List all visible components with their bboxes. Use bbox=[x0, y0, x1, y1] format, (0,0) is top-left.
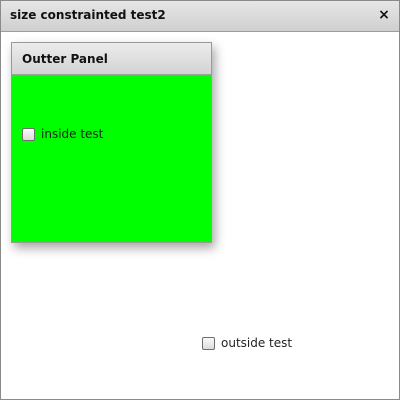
inside-test-label[interactable]: inside test bbox=[41, 127, 103, 141]
outside-test-label[interactable]: outside test bbox=[221, 336, 292, 350]
outer-panel: Outter Panel inside test bbox=[11, 42, 212, 243]
panel-title: Outter Panel bbox=[22, 52, 108, 66]
close-icon[interactable]: × bbox=[377, 7, 391, 23]
window-title: size constrainted test2 bbox=[10, 8, 166, 22]
title-bar[interactable]: size constrainted test2 × bbox=[1, 1, 399, 32]
app-window: size constrainted test2 × Outter Panel i… bbox=[0, 0, 400, 400]
panel-header[interactable]: Outter Panel bbox=[12, 43, 211, 75]
outside-test-checkbox-box[interactable] bbox=[202, 336, 215, 350]
outside-test-checkbox[interactable]: outside test bbox=[202, 336, 292, 350]
inside-test-checkbox[interactable]: inside test bbox=[22, 127, 103, 141]
inside-test-checkbox-box[interactable] bbox=[22, 127, 35, 141]
